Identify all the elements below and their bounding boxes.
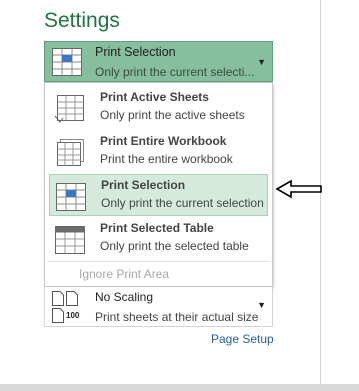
menu-item-print-active-sheets[interactable]: Print Active Sheets Only print the activ… xyxy=(49,87,268,129)
menu-item-title: Print Active Sheets xyxy=(100,90,209,104)
menu-item-subtitle: Only print the selected table xyxy=(100,239,249,253)
menu-item-title: Print Selected Table xyxy=(100,221,214,235)
selected-table-icon xyxy=(54,225,86,260)
print-what-dropdown[interactable]: Print Selection Only print the current s… xyxy=(44,41,273,82)
bottom-bar xyxy=(0,384,359,391)
menu-item-print-entire-workbook[interactable]: Print Entire Workbook Print the entire w… xyxy=(49,131,268,173)
no-scaling-icon xyxy=(51,290,83,329)
menu-item-print-selection[interactable]: Print Selection Only print the current s… xyxy=(49,174,268,216)
menu-item-subtitle: Only print the active sheets xyxy=(100,108,245,122)
scaling-title: No Scaling xyxy=(95,290,154,304)
print-what-menu: Print Active Sheets Only print the activ… xyxy=(44,82,273,287)
menu-item-subtitle: Print the entire workbook xyxy=(100,152,233,166)
menu-item-subtitle: Only print the current selection xyxy=(101,196,264,210)
scaling-dropdown[interactable]: 100 No Scaling Print sheets at their act… xyxy=(44,287,273,327)
scaling-subtitle: Print sheets at their actual size xyxy=(95,310,259,324)
selection-icon xyxy=(51,47,83,82)
settings-title: Settings xyxy=(44,9,120,32)
dropdown-selected-subtitle: Only print the current selecti... xyxy=(95,65,255,79)
menu-item-title: Print Selection xyxy=(101,178,186,192)
menu-item-title: Print Entire Workbook xyxy=(100,134,227,148)
ignore-print-area-option[interactable]: Ignore Print Area xyxy=(79,267,169,281)
chevron-down-icon: ▼ xyxy=(257,300,266,310)
dropdown-selected-title: Print Selection xyxy=(95,45,176,59)
selection-icon xyxy=(55,182,87,217)
page-setup-link[interactable]: Page Setup xyxy=(211,332,274,346)
entire-workbook-icon xyxy=(54,138,86,173)
active-sheets-icon xyxy=(54,94,86,129)
menu-item-print-selected-table[interactable]: Print Selected Table Only print the sele… xyxy=(49,218,268,260)
arrow-left-icon xyxy=(275,179,325,204)
chevron-down-icon: ▼ xyxy=(257,57,266,67)
scaling-icon-label: 100 xyxy=(66,311,80,320)
menu-divider xyxy=(47,261,270,262)
